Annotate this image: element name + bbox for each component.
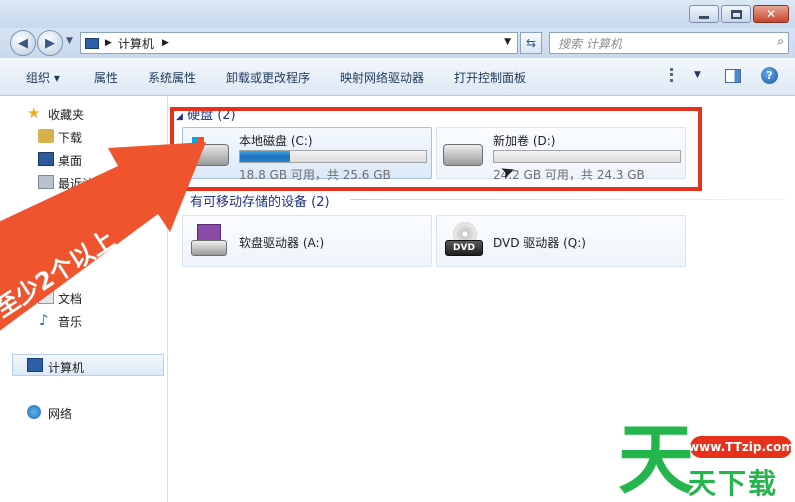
close-icon: ✕ [765,7,777,21]
device-tile-floppy[interactable]: 软盘驱动器 (A:) [182,215,432,267]
watermark-char: 天 [618,415,694,502]
preview-pane-icon[interactable] [725,69,741,83]
documents-icon [38,290,54,304]
search-placeholder: 搜索 计算机 [558,36,622,51]
desktop-icon [38,152,54,166]
minimize-icon [699,15,709,19]
sidebar-item-music[interactable]: 音乐 [58,313,82,330]
open-control-panel-button[interactable]: 打开控制面板 [454,69,526,86]
device-name: 软盘驱动器 (A:) [239,236,325,250]
search-icon[interactable]: ⌕ [777,34,784,49]
breadcrumb-computer[interactable]: 计算机 [118,35,154,52]
refresh-button[interactable]: ⇆ [520,32,542,54]
favorites-star-icon: ★ [27,104,41,122]
sidebar-item-network[interactable]: 网络 [48,405,72,422]
map-network-drive-button[interactable]: 映射网络驱动器 [340,69,424,86]
sidebar-item-desktop[interactable]: 桌面 [58,152,82,169]
address-dropdown-icon[interactable]: ▼ [504,37,511,47]
maximize-button[interactable] [721,5,751,23]
device-name: DVD 驱动器 (Q:) [493,236,586,250]
device-tile-dvd[interactable]: DVD DVD 驱动器 (Q:) [436,215,686,267]
history-dropdown-icon[interactable]: ▼ [66,36,73,46]
refresh-icon: ⇆ [525,36,537,50]
forward-button[interactable]: ▶ [37,30,63,56]
search-input[interactable]: 搜索 计算机 ⌕ [549,32,789,54]
music-icon: ♪ [39,311,49,329]
libraries-icon [27,221,43,235]
navigation-pane: ★ 收藏夹 下载 桌面 最近访问的 文档 ♪ 音乐 计算机 网络 [0,96,168,502]
help-icon[interactable]: ? [761,67,778,84]
close-button[interactable]: ✕ [753,5,789,23]
command-bar: 组织 ▾ 属性 系统属性 卸载或更改程序 映射网络驱动器 打开控制面板 ▼ ? [0,58,795,96]
view-dropdown-icon[interactable]: ▼ [694,70,701,80]
back-button[interactable]: ◀ [10,30,36,56]
highlight-box [170,107,702,191]
maximize-icon [730,9,742,19]
back-arrow-icon: ◀ [18,35,28,51]
uninstall-program-button[interactable]: 卸载或更改程序 [226,69,310,86]
watermark-text: 天下载 [688,467,779,500]
window-controls: ✕ [689,5,789,23]
dvd-drive-icon: DVD [445,222,483,260]
computer-icon [27,358,43,372]
watermark-url: www.TTzip.com [688,436,794,458]
address-bar[interactable]: ▶ 计算机 ▶ ▼ [80,32,518,54]
group-title-removable: 有可移动存储的设备 (2) [190,195,330,210]
breadcrumb-separator-icon: ▶ [105,38,112,48]
computer-icon [85,37,99,49]
view-options-icon[interactable] [670,68,684,82]
breadcrumb-separator-icon: ▶ [161,38,169,48]
forward-arrow-icon: ▶ [45,35,55,51]
properties-button[interactable]: 属性 [94,69,118,86]
recent-places-icon [38,175,54,189]
title-bar: ✕ [0,0,795,28]
organize-menu[interactable]: 组织 ▾ [26,69,60,86]
sidebar-item-documents[interactable]: 文档 [58,290,82,307]
sidebar-item-recent[interactable]: 最近访问的 [58,175,118,192]
group-header-removable[interactable]: 有可移动存储的设备 (2) [190,191,330,210]
minimize-button[interactable] [689,5,719,23]
address-row: ◀ ▶ ▼ ▶ 计算机 ▶ ▼ ⇆ 搜索 计算机 ⌕ [0,28,795,58]
downloads-folder-icon [38,129,54,143]
sidebar-item-favorites[interactable]: 收藏夹 [48,106,84,123]
floppy-drive-icon [191,224,227,258]
sidebar-item-computer[interactable]: 计算机 [48,359,84,376]
group-divider [350,199,786,200]
sidebar-item-downloads[interactable]: 下载 [58,129,82,146]
system-properties-button[interactable]: 系统属性 [148,69,196,86]
network-icon [27,405,41,419]
